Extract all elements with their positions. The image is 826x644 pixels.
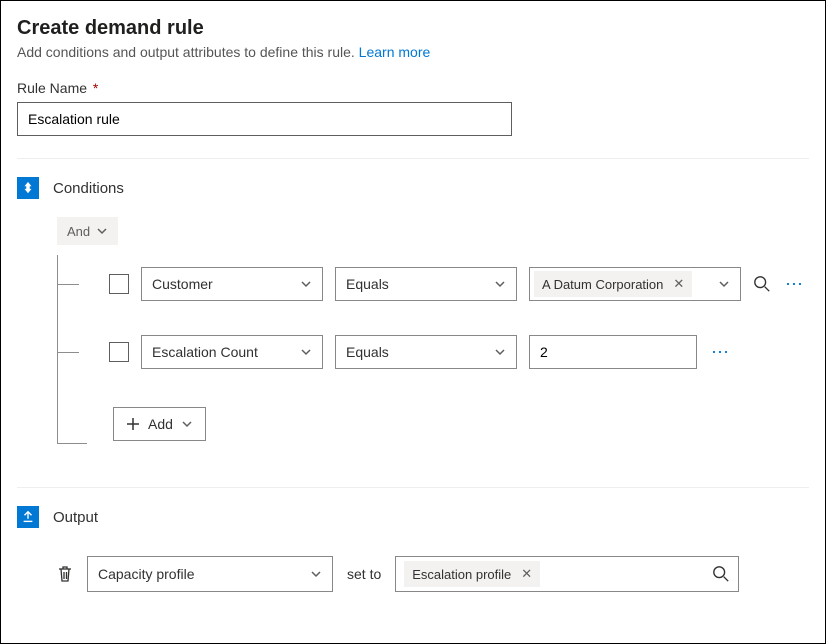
row-more-button[interactable]: ⋯ [783, 274, 807, 295]
condition-field-label: Escalation Count [152, 344, 258, 360]
search-icon[interactable] [753, 275, 771, 293]
chevron-down-icon [300, 278, 312, 290]
group-operator-dropdown[interactable]: And [57, 217, 118, 245]
delete-output-button[interactable] [57, 565, 73, 583]
condition-field-dropdown[interactable]: Customer [141, 267, 323, 301]
group-operator-label: And [67, 224, 90, 239]
chevron-down-icon[interactable] [714, 278, 734, 290]
condition-row-checkbox[interactable] [109, 274, 129, 294]
condition-field-label: Customer [152, 276, 213, 292]
learn-more-link[interactable]: Learn more [359, 44, 431, 60]
rule-name-label-text: Rule Name [17, 80, 87, 96]
condition-operator-dropdown[interactable]: Equals [335, 335, 517, 369]
lookup-tag: A Datum Corporation ✕ [534, 271, 692, 297]
remove-tag-icon[interactable]: ✕ [517, 566, 536, 582]
chevron-down-icon [181, 418, 193, 430]
condition-operator-label: Equals [346, 344, 389, 360]
condition-value-input[interactable] [529, 335, 697, 369]
lookup-tag-label: A Datum Corporation [542, 277, 663, 292]
lookup-tag-label: Escalation profile [412, 567, 511, 582]
output-icon [17, 506, 39, 528]
page-subtitle: Add conditions and output attributes to … [17, 44, 809, 60]
required-indicator: * [93, 80, 98, 96]
chevron-down-icon [96, 225, 108, 237]
rule-name-input[interactable] [17, 102, 512, 136]
output-attribute-label: Capacity profile [98, 566, 195, 582]
page-title: Create demand rule [17, 17, 809, 40]
chevron-down-icon [494, 346, 506, 358]
chevron-down-icon [494, 278, 506, 290]
conditions-icon [17, 177, 39, 199]
condition-field-dropdown[interactable]: Escalation Count [141, 335, 323, 369]
remove-tag-icon[interactable]: ✕ [669, 276, 688, 292]
add-button-label: Add [148, 416, 173, 432]
condition-operator-dropdown[interactable]: Equals [335, 267, 517, 301]
chevron-down-icon [300, 346, 312, 358]
divider [17, 158, 809, 159]
condition-row-checkbox[interactable] [109, 342, 129, 362]
subtitle-text: Add conditions and output attributes to … [17, 44, 359, 60]
set-to-label: set to [347, 566, 381, 582]
row-more-button[interactable]: ⋯ [709, 342, 733, 363]
output-value-lookup[interactable]: Escalation profile ✕ [395, 556, 739, 592]
condition-operator-label: Equals [346, 276, 389, 292]
add-condition-button[interactable]: Add [113, 407, 206, 441]
rule-name-label: Rule Name * [17, 80, 809, 96]
output-attribute-dropdown[interactable]: Capacity profile [87, 556, 333, 592]
conditions-section-title: Conditions [53, 180, 124, 197]
lookup-tag: Escalation profile ✕ [404, 561, 540, 587]
chevron-down-icon [310, 568, 322, 580]
plus-icon [126, 417, 140, 431]
divider [17, 487, 809, 488]
output-section-title: Output [53, 509, 98, 526]
search-icon[interactable] [712, 565, 730, 583]
condition-value-lookup[interactable]: A Datum Corporation ✕ [529, 267, 741, 301]
